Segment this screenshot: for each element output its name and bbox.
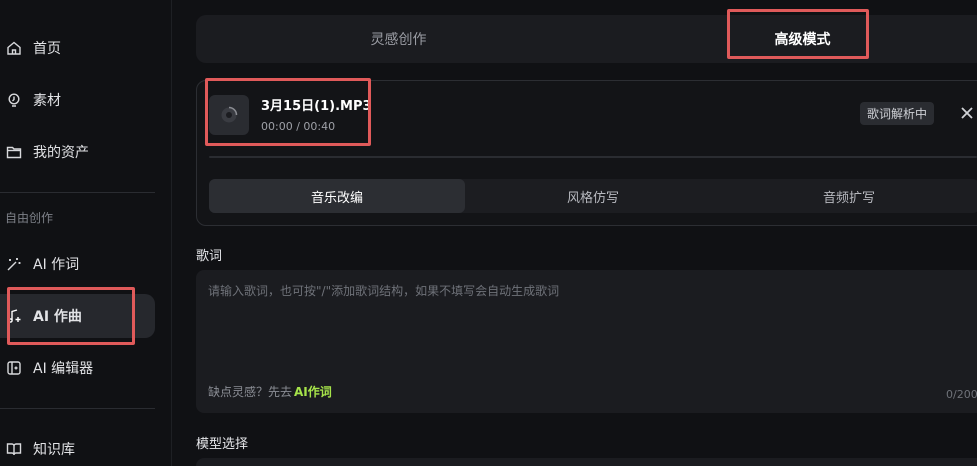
subtab-music-adapt[interactable]: 音乐改编 xyxy=(209,179,465,213)
home-icon xyxy=(5,39,23,57)
sidebar-item-label: 首页 xyxy=(33,41,61,57)
sub-tabs: 音乐改编 风格仿写 音频扩写 xyxy=(209,179,977,213)
sidebar-item-label: 我的资产 xyxy=(33,145,89,161)
sidebar-item-knowledge-base[interactable]: 知识库 xyxy=(0,427,155,466)
sidebar-item-ai-editor[interactable]: AI 编辑器 xyxy=(0,346,155,390)
folder-icon xyxy=(5,143,23,161)
close-icon xyxy=(961,107,973,119)
sidebar-item-ai-lyrics[interactable]: AI 作词 xyxy=(0,242,155,286)
sidebar-item-label: 素材 xyxy=(33,93,61,109)
lyrics-box: 缺点灵感？先去AI作词 0/200 xyxy=(196,270,977,413)
highlight-box xyxy=(727,9,869,59)
status-badge: 歌词解析中 xyxy=(860,102,935,125)
sidebar-item-home[interactable]: 首页 xyxy=(0,26,155,70)
audio-progress-bar[interactable] xyxy=(209,156,977,158)
lyrics-input[interactable] xyxy=(208,282,968,372)
book-icon xyxy=(5,440,23,458)
model-select[interactable] xyxy=(196,458,977,466)
sidebar-item-my-assets[interactable]: 我的资产 xyxy=(0,130,155,174)
lyrics-hint: 缺点灵感？先去 AI作词 xyxy=(208,383,332,400)
sidebar: 首页 素材 我的资产 自由创作 AI 作词 AI 作曲 AI 编辑器 知识库 xyxy=(0,0,172,466)
lightbulb-icon xyxy=(5,91,23,109)
main-panel: 灵感创作 高级模式 3月15日(1).MP3 00:00 / 00:40 歌词解… xyxy=(172,0,977,466)
tab-inspiration[interactable]: 灵感创作 xyxy=(196,15,601,63)
sidebar-item-label: 知识库 xyxy=(33,442,75,458)
subtab-style-imitation[interactable]: 风格仿写 xyxy=(465,179,721,213)
sidebar-item-label: AI 作词 xyxy=(33,257,80,273)
sidebar-divider xyxy=(0,408,155,409)
editor-icon xyxy=(5,359,23,377)
lyrics-char-counter: 0/200 xyxy=(946,388,977,401)
model-title: 模型选择 xyxy=(196,437,249,452)
sidebar-divider xyxy=(0,192,155,193)
app-root: 首页 素材 我的资产 自由创作 AI 作词 AI 作曲 AI 编辑器 知识库 灵… xyxy=(0,0,977,466)
highlight-box xyxy=(7,287,135,345)
sidebar-item-materials[interactable]: 素材 xyxy=(0,78,155,122)
sidebar-section-label: 自由创作 xyxy=(5,211,54,225)
highlight-box xyxy=(205,78,371,146)
magic-wand-icon xyxy=(5,255,23,273)
lyrics-title: 歌词 xyxy=(196,249,223,264)
ai-lyrics-link[interactable]: AI作词 xyxy=(294,385,332,399)
close-button[interactable] xyxy=(957,103,977,123)
lyrics-hint-text: 缺点灵感？先去 xyxy=(208,385,293,399)
subtab-audio-extend[interactable]: 音频扩写 xyxy=(721,179,977,213)
sidebar-item-label: AI 编辑器 xyxy=(33,361,94,377)
